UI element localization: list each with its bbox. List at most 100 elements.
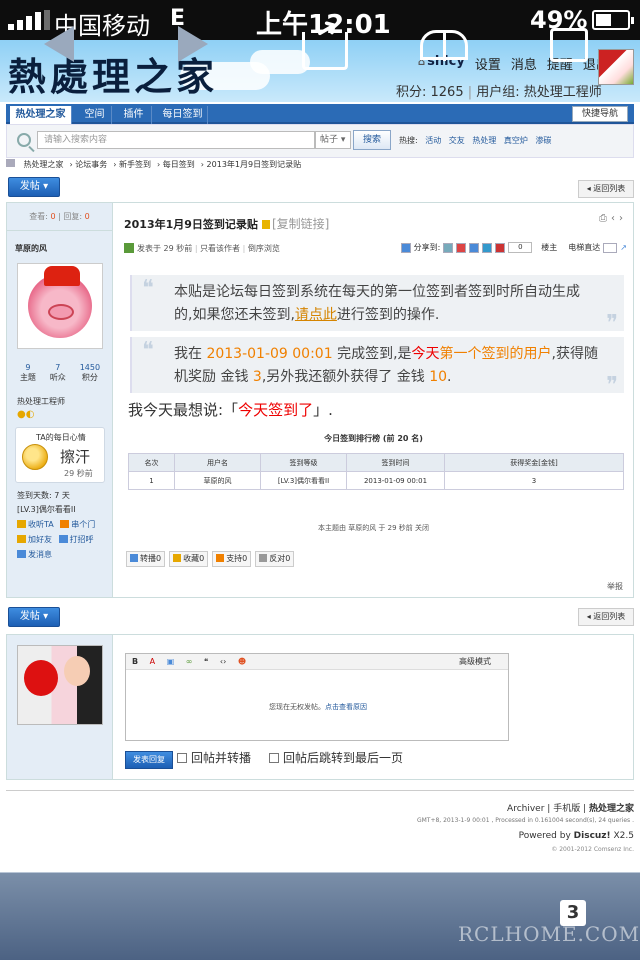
breadcrumb-item[interactable]: 论坛事务 [75,160,107,169]
breadcrumb-item[interactable]: 每日签到 [163,160,195,169]
say-text: 」. [313,401,333,419]
user-group-link[interactable]: 用户组: 热处理工程师 [476,85,602,100]
share-tencent-icon[interactable] [469,242,480,253]
messages-link[interactable]: 消息 [511,54,537,73]
author-avatar[interactable] [17,263,103,349]
reverse-order-link[interactable]: 倒序浏览 [248,244,280,253]
search-button[interactable]: 搜索 [353,130,391,150]
font-color-icon[interactable]: A [150,657,155,666]
quote-icon[interactable]: ❝ [204,657,208,666]
back-to-list-button-bottom[interactable]: ◂ 返回列表 [578,608,634,626]
only-author-link[interactable]: 只看该作者 [200,244,240,253]
discuz-link[interactable]: Discuz! [574,831,611,841]
bookmarks-icon[interactable] [420,30,468,61]
post-button-bottom[interactable]: 发帖 ▾ [8,607,60,627]
bold-icon[interactable]: B [132,657,138,666]
smiley-icon[interactable]: ☻ [238,657,246,666]
follow-icon [17,520,26,528]
battery-icon [592,10,634,30]
jump-last-page-checkbox[interactable]: 回帖后跳转到最后一页 [269,749,403,766]
share-qzone-icon[interactable] [443,242,454,253]
forward-arrow-icon[interactable] [178,26,208,62]
page-footer: Archiver | 手机版 | 热处理之家 GMT+8, 2013-1-9 0… [6,790,634,853]
hot-term[interactable]: 真空炉 [504,136,528,145]
table-cell[interactable]: 草原的风 [174,471,261,490]
quick-nav-dropdown[interactable]: 快捷导航 [572,106,628,122]
replies-label: 回复: [63,212,83,221]
view-reason-link[interactable]: 点击查看原因 [325,703,367,711]
home-icon[interactable] [6,159,15,167]
tab-space[interactable]: 空间 [78,106,112,124]
repost-button[interactable]: 转播0 [126,551,166,567]
user-avatar[interactable] [598,49,634,85]
archiver-link[interactable]: Archiver [507,804,544,814]
copyright: © 2001-2012 Comsenz Inc. [551,846,634,853]
points-link[interactable]: 积分: 1265 [396,85,464,100]
back-label: 返回列表 [593,612,626,621]
post-actions: 转播0 收藏0 支持0 反对0 [126,551,295,567]
breadcrumb-item[interactable]: 热处理之家 [24,160,64,169]
author-group[interactable]: 热处理工程师 [17,396,65,407]
share-bar: 分享到: 0 楼主 电梯直达 ↗ [400,242,627,253]
stat-threads[interactable]: 9 主题 [20,363,36,383]
support-button[interactable]: 支持0 [212,551,252,567]
quote-text: . [447,369,452,385]
print-prev-next-icons[interactable]: ⎙‹› [599,213,627,224]
share-renren-icon[interactable] [482,242,493,253]
advanced-mode-link[interactable]: 高级模式 [459,654,491,669]
tab-home[interactable]: 热处理之家 [10,106,72,124]
signin-link[interactable]: 请点此 [295,307,337,323]
my-avatar[interactable] [17,645,103,725]
back-to-list-button[interactable]: ◂ 返回列表 [578,180,634,198]
settings-link[interactable]: 设置 [475,54,501,73]
submit-reply-button[interactable]: 发表回复 [125,751,173,769]
jump-floor-input[interactable] [603,242,618,253]
action-label: 发消息 [28,550,52,559]
hot-term[interactable]: 活动 [425,136,441,145]
repost-checkbox[interactable]: 回帖并转播 [177,749,251,766]
share-weibo-icon[interactable] [456,242,467,253]
extra-money: 10 [429,369,448,385]
author-stats: 9 主题 7 听众 1450 积分 [13,363,107,383]
share-plus-icon[interactable] [400,242,411,253]
link-icon[interactable]: ∞ [186,657,193,666]
author-name[interactable]: 草原的风 [15,243,47,254]
poke-link[interactable]: 打招呼 [58,532,94,547]
watermark: RCLHOME.COM [458,922,640,946]
today-text: 今天 [411,346,440,362]
search-input[interactable]: 请输入搜索内容 [37,131,315,149]
image-icon[interactable]: ▣ [167,657,175,666]
report-link[interactable]: 举报 [607,581,623,592]
hot-term[interactable]: 渗碳 [535,136,551,145]
post-button[interactable]: 发帖 ▾ [8,177,60,197]
share-icon[interactable] [302,32,348,70]
stat-followers[interactable]: 7 听众 [50,363,66,383]
site-home-link[interactable]: 热处理之家 [589,804,634,814]
breadcrumb-item[interactable]: 新手签到 [119,160,151,169]
tab-daily-signin[interactable]: 每日签到 [158,106,208,124]
code-icon[interactable]: ‹› [220,657,226,666]
stat-points[interactable]: 1450 积分 [80,363,100,383]
breadcrumb-item[interactable]: 2013年1月9日签到记录贴 [207,160,302,169]
add-friend-link[interactable]: 加好友 [17,532,52,547]
hot-term[interactable]: 热处理 [472,136,496,145]
ranking-table: 名次 用户名 签到等级 签到时间 获得奖金[金钱] 1 草原的风 [LV.3]偶… [128,453,624,490]
copy-link[interactable]: [复制链接] [272,217,329,231]
back-arrow-icon[interactable] [44,26,74,62]
tabs-icon[interactable] [550,28,588,62]
first-user-text: 第一个签到的用户 [439,346,552,362]
hot-term[interactable]: 交友 [449,136,465,145]
daily-mood-box: TA的每日心情 擦汗 29 秒前 [15,427,105,483]
follow-link[interactable]: 收听TA [17,517,54,532]
search-type-select[interactable]: 帖子 ▾ [315,131,351,149]
checkbox-icon [177,753,187,763]
visit-link[interactable]: 串个门 [60,517,95,532]
jump-go-icon[interactable]: ↗ [620,243,627,252]
favorite-button[interactable]: 收藏0 [169,551,209,567]
send-message-link[interactable]: 发消息 [17,547,52,562]
share-kaixin-icon[interactable] [495,242,506,253]
tab-plugins[interactable]: 插件 [116,106,152,124]
oppose-button[interactable]: 反对0 [255,551,295,567]
reply-sidebar [7,635,113,779]
mobile-link[interactable]: 手机版 [553,804,580,814]
